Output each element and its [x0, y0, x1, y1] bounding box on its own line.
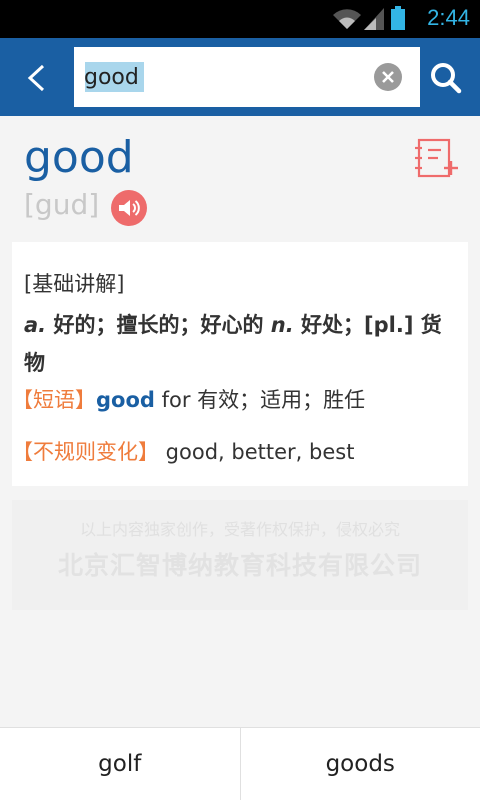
back-button[interactable] [16, 58, 56, 98]
pos-adjective: a. [24, 313, 47, 337]
clock: 2:44 [427, 5, 470, 30]
wifi-icon [333, 9, 361, 29]
phrase-text: for 有效；适用；胜任 [154, 388, 366, 412]
search-icon [431, 63, 462, 94]
search-button[interactable] [426, 58, 466, 98]
basic-explanation-label: [基础讲解] [24, 272, 125, 296]
suggestion-golf[interactable]: golf [0, 728, 240, 800]
irregular-forms: good, better, best [159, 440, 355, 464]
search-box [74, 47, 420, 107]
pronounce-button[interactable] [111, 190, 147, 226]
status-bar: 2:44 [0, 0, 480, 38]
suggestion-bar: golf goods [0, 727, 480, 800]
signal-icon [364, 8, 384, 30]
pos-noun: n. [270, 313, 294, 337]
headword: good [24, 132, 134, 183]
clear-button[interactable] [374, 63, 402, 91]
add-wordbook-icon[interactable] [414, 138, 460, 180]
adjective-meaning: 好的；擅长的；好心的 [46, 313, 271, 337]
phrase-word-link[interactable]: good [96, 388, 155, 412]
clear-icon [382, 71, 394, 83]
definition-card: [基础讲解] a. 好的；擅长的；好心的 n. 好处；[pl.] 货物 【短语】… [12, 242, 468, 486]
battery-icon [391, 6, 405, 30]
definition-text: a. 好的；擅长的；好心的 n. 好处；[pl.] 货物 [24, 306, 454, 382]
suggestion-goods[interactable]: goods [239, 728, 480, 800]
back-arrow-icon [27, 64, 45, 92]
phrase-row: 【短语】good for 有效；适用；胜任 [12, 384, 365, 414]
phonetic: [gud] [24, 188, 100, 221]
app-bar [0, 38, 480, 116]
company-name: 北京汇智博纳教育科技有限公司 [57, 551, 422, 580]
search-input[interactable] [84, 59, 364, 95]
speaker-icon [119, 200, 140, 216]
copyright-line: 以上内容独家创作，受著作权保护，侵权必究 [79, 520, 400, 539]
phrase-tag: 【短语】 [12, 388, 96, 412]
irregular-row: 【不规则变化】 good, better, best [12, 436, 354, 466]
copyright-notice: 以上内容独家创作，受著作权保护，侵权必究 北京汇智博纳教育科技有限公司 [12, 500, 468, 610]
irregular-tag: 【不规则变化】 [12, 440, 159, 464]
